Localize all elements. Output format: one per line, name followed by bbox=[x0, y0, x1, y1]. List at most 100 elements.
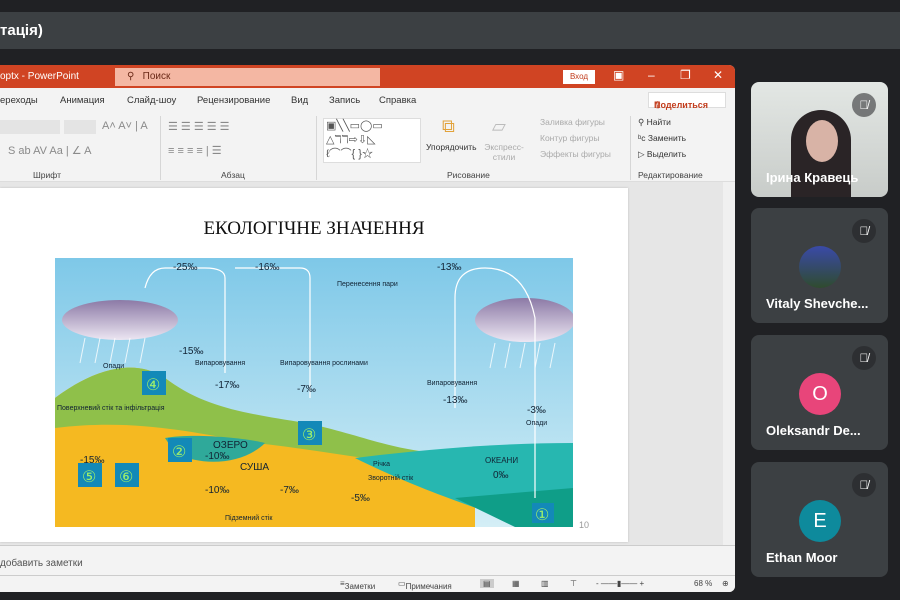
notes-label: Заметки bbox=[344, 582, 376, 591]
label: -7‰ bbox=[297, 384, 316, 395]
marker-5: ⑤ bbox=[82, 469, 96, 486]
participant-tile[interactable]: 🎙̸ Ірина Кравець bbox=[751, 82, 888, 197]
label: -10‰ bbox=[205, 485, 229, 496]
tab-record[interactable]: Запись bbox=[329, 95, 360, 106]
participant-tile[interactable]: 🎙̸ E Ethan Moor bbox=[751, 462, 888, 577]
ribbon-tabs: ереходы Анимация Слайд-шоу Рецензировани… bbox=[0, 88, 735, 112]
reading-view-icon[interactable]: ▥ bbox=[541, 579, 549, 588]
slide-sorter-icon[interactable]: ▦ bbox=[512, 579, 520, 588]
label: 0‰ bbox=[493, 470, 509, 481]
participant-tile[interactable]: 🎙̸ O Oleksandr De... bbox=[751, 335, 888, 450]
participant-name: Oleksandr De... bbox=[766, 423, 861, 438]
label: Підземний стік bbox=[225, 514, 273, 522]
avatar bbox=[799, 246, 841, 288]
label: Річка bbox=[373, 460, 390, 468]
minimize-button[interactable]: – bbox=[648, 68, 655, 82]
label: -25‰ bbox=[173, 262, 197, 273]
label: Перенесення пари bbox=[337, 281, 398, 288]
select-button[interactable]: ▷ Выделить bbox=[638, 149, 686, 160]
comments-label: Примечания bbox=[405, 582, 452, 591]
cloud-left bbox=[62, 300, 178, 340]
label: -5‰ bbox=[351, 493, 370, 504]
marker-1: ① bbox=[535, 507, 549, 524]
shape-fill-button[interactable]: Заливка фигуры bbox=[540, 117, 605, 127]
login-button[interactable]: Вход bbox=[563, 70, 595, 84]
label: ОКЕАНИ bbox=[485, 456, 518, 465]
avatar: O bbox=[799, 373, 841, 415]
label: Випаровування bbox=[195, 360, 245, 367]
shapes-gallery[interactable]: ▣╲╲▭◯▭ △ℸℸ⇨⇩◺ ℓ⌒⌒{ }☆ bbox=[323, 118, 421, 163]
participant-name: Ethan Moor bbox=[766, 550, 838, 565]
marker-2: ② bbox=[172, 444, 186, 461]
mic-off-icon: 🎙̸ bbox=[852, 93, 876, 117]
group-paragraph-label: Абзац bbox=[221, 170, 245, 180]
label: -10‰ bbox=[205, 451, 229, 462]
slide-title: ЕКОЛОГІЧНЕ ЗНАЧЕННЯ bbox=[203, 218, 425, 239]
tab-animation[interactable]: Анимация bbox=[60, 95, 105, 106]
meeting-header: тація) bbox=[0, 12, 900, 49]
divider bbox=[316, 116, 317, 180]
font-name-box[interactable] bbox=[0, 120, 60, 134]
normal-view-icon[interactable]: ▤ bbox=[480, 579, 494, 588]
group-editing-label: Редактирование bbox=[638, 170, 703, 180]
cloud-right bbox=[475, 298, 573, 342]
label: Випаровування bbox=[427, 380, 477, 387]
mic-off-icon: 🎙̸ bbox=[852, 219, 876, 243]
label: -17‰ bbox=[215, 380, 239, 391]
vertical-scrollbar[interactable] bbox=[723, 182, 735, 545]
participant-face bbox=[806, 120, 838, 162]
notes-pane[interactable]: добавить заметки bbox=[0, 545, 735, 575]
slide-number: 10 bbox=[579, 520, 590, 530]
close-button[interactable]: ✕ bbox=[713, 68, 723, 82]
replace-button[interactable]: ᵇc Заменить bbox=[638, 133, 686, 143]
water-cycle-diagram: -25‰ -16‰ -13‰ Перенесення пари Опади -1… bbox=[55, 258, 573, 527]
share-button[interactable]: ⇪ Поделиться bbox=[648, 92, 726, 110]
font-size-icons[interactable]: A˄ A˅ | A bbox=[102, 120, 148, 132]
list-icons[interactable]: ☰ ☰ ☰ ☰ ☰ bbox=[168, 120, 230, 133]
participant-tile[interactable]: 🎙̸ Vitaly Shevche... bbox=[751, 208, 888, 323]
label: -13‰ bbox=[443, 395, 467, 406]
label: Опади bbox=[103, 363, 124, 370]
marker-4: ④ bbox=[146, 377, 160, 394]
tab-help[interactable]: Справка bbox=[379, 95, 416, 106]
avatar: E bbox=[799, 500, 841, 542]
align-icons[interactable]: ≡ ≡ ≡ ≡ | ☰ bbox=[168, 144, 222, 157]
tab-slideshow[interactable]: Слайд-шоу bbox=[127, 95, 176, 106]
font-size-box[interactable] bbox=[64, 120, 96, 134]
notes-button[interactable]: ≡ Заметки bbox=[340, 579, 375, 591]
comments-button[interactable]: ▭ Примечания bbox=[398, 579, 452, 591]
label: -13‰ bbox=[437, 262, 461, 273]
search-box[interactable]: ⚲ Поиск bbox=[115, 68, 380, 86]
tab-view[interactable]: Вид bbox=[291, 95, 308, 106]
mic-off-icon: 🎙̸ bbox=[852, 473, 876, 497]
zoom-slider[interactable]: - ——▮—— + bbox=[596, 579, 644, 588]
find-button[interactable]: ⚲ Найти bbox=[638, 117, 671, 128]
ribbon-display-icon[interactable]: ▣ bbox=[613, 68, 624, 82]
participant-name: Vitaly Shevche... bbox=[766, 296, 869, 311]
search-placeholder: Поиск bbox=[142, 71, 171, 82]
fit-to-window-icon[interactable]: ⊕ bbox=[722, 579, 729, 588]
label: Опади bbox=[526, 420, 547, 427]
format-icons[interactable]: S ab AV Aa | ∠ A bbox=[8, 144, 91, 157]
quick-styles-button[interactable]: Экспресс-стили bbox=[484, 142, 524, 162]
marker-3: ③ bbox=[302, 427, 316, 444]
slideshow-icon[interactable]: ⊤ bbox=[570, 579, 577, 588]
slide[interactable]: ЕКОЛОГІЧНЕ ЗНАЧЕННЯ -25‰ -16‰ -13‰ Перен… bbox=[0, 188, 628, 542]
status-bar: ≡ Заметки ▭ Примечания ▤ ▦ ▥ ⊤ - ——▮—— + 6… bbox=[0, 575, 735, 592]
tab-transitions[interactable]: ереходы bbox=[0, 95, 38, 106]
powerpoint-window: optx - PowerPoint ⚲ Поиск Вход ▣ – ❐ ✕ е… bbox=[0, 65, 735, 592]
notes-placeholder: добавить заметки bbox=[0, 558, 83, 569]
title-bar: optx - PowerPoint ⚲ Поиск Вход ▣ – ❐ ✕ bbox=[0, 65, 735, 88]
tab-review[interactable]: Рецензирование bbox=[197, 95, 270, 106]
label: -3‰ bbox=[527, 405, 546, 416]
label: ОЗЕРО bbox=[213, 440, 248, 451]
label: -15‰ bbox=[179, 346, 203, 357]
zoom-level[interactable]: 68 % bbox=[694, 579, 712, 588]
shape-outline-button[interactable]: Контур фигуры bbox=[540, 133, 599, 143]
mic-off-icon: 🎙̸ bbox=[852, 346, 876, 370]
shape-effects-button[interactable]: Эффекты фигуры bbox=[540, 149, 611, 159]
arrange-button[interactable]: Упорядочить bbox=[426, 142, 477, 152]
divider bbox=[160, 116, 161, 180]
maximize-button[interactable]: ❐ bbox=[680, 68, 691, 82]
arrange-icon: ⧉ bbox=[442, 116, 455, 136]
